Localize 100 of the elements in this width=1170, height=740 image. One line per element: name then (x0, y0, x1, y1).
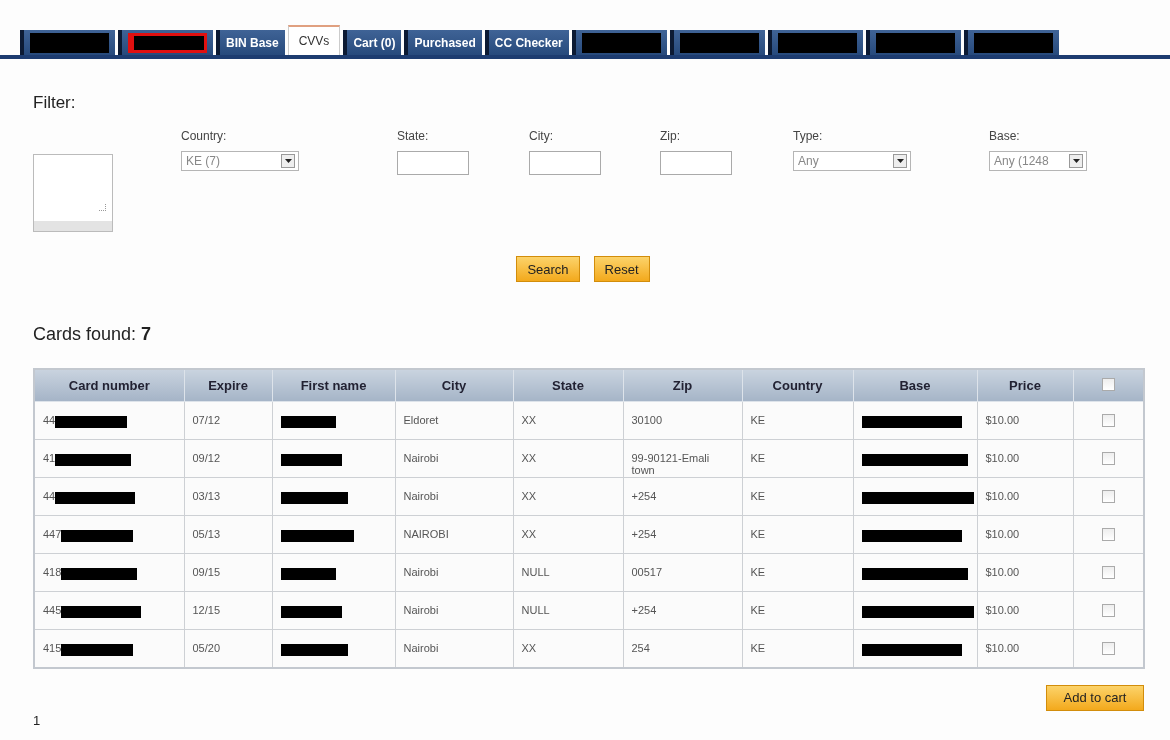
column-header[interactable]: Expire (184, 369, 272, 402)
tab[interactable]: BIN Base (216, 30, 285, 55)
field-label: Type: (793, 129, 824, 143)
table-cell: KE (742, 439, 853, 478)
filter-heading: Filter: (33, 92, 77, 114)
table-cell: 09/15 (184, 553, 272, 592)
tab[interactable]: Cart (0) (343, 30, 402, 55)
column-header[interactable]: Base (853, 369, 977, 402)
table-cell: 447 (43, 528, 62, 540)
table-cell: 254 (623, 629, 742, 668)
row-checkbox[interactable] (1101, 566, 1115, 579)
row-checkbox[interactable] (1101, 528, 1115, 541)
table-cell: 05/13 (184, 515, 272, 554)
input-field[interactable] (529, 151, 601, 175)
table-cell: Eldoret (395, 401, 513, 440)
table-cell: +254 (623, 515, 742, 554)
table-cell: 03/13 (184, 477, 272, 516)
table-cell: Nairobi (395, 439, 513, 478)
redaction-bar (280, 606, 342, 618)
table-cell: $10.00 (977, 477, 1073, 516)
tab[interactable] (963, 30, 1059, 55)
results-count: Cards found: 7 (33, 324, 153, 346)
table-cell: 12/15 (184, 591, 272, 630)
tab[interactable]: Purchased (404, 30, 482, 55)
table-cell: XX (513, 629, 623, 668)
table-cell: $10.00 (977, 401, 1073, 440)
column-header[interactable]: Card number (34, 369, 184, 402)
table-cell: 418 (43, 566, 62, 578)
table-cell: Nairobi (395, 477, 513, 516)
table-cell: 30100 (623, 401, 742, 440)
row-checkbox[interactable] (1101, 414, 1115, 427)
column-header[interactable]: State (513, 369, 623, 402)
redaction-bar (280, 644, 348, 656)
table-cell: XX (513, 477, 623, 516)
field-label: City: (529, 129, 554, 143)
table-cell: 41 (43, 452, 56, 464)
tab[interactable] (20, 30, 115, 55)
field-label: Country: (181, 129, 228, 143)
table-cell: $10.00 (977, 553, 1073, 592)
table-cell: KE (742, 477, 853, 516)
tab[interactable]: CC Checker (484, 30, 569, 55)
table-cell: 05/20 (184, 629, 272, 668)
search-button[interactable]: Search (516, 256, 580, 282)
column-header[interactable]: Country (742, 369, 853, 402)
table-cell: KE (742, 515, 853, 554)
row-checkbox[interactable] (1101, 642, 1115, 655)
add-to-cart-button[interactable]: Add to cart (1046, 684, 1144, 711)
table-cell: NULL (513, 553, 623, 592)
table-cell: KE (742, 401, 853, 440)
tab[interactable] (571, 30, 667, 55)
tab[interactable]: CVVs (287, 25, 341, 55)
tab[interactable] (767, 30, 863, 55)
table-cell: NAIROBI (395, 515, 513, 554)
table-cell: KE (742, 591, 853, 630)
table-cell: 44 (43, 490, 56, 502)
column-header[interactable]: Price (977, 369, 1073, 402)
table-cell: $10.00 (977, 439, 1073, 478)
input-field[interactable] (660, 151, 732, 175)
page-link[interactable]: 1 (33, 712, 41, 728)
row-checkbox[interactable] (1101, 490, 1115, 503)
row-checkbox[interactable] (1101, 452, 1115, 465)
field-label: Base: (989, 129, 1021, 143)
input-field[interactable] (397, 151, 469, 175)
tab[interactable] (865, 30, 961, 55)
table-cell: $10.00 (977, 629, 1073, 668)
table-cell: 07/12 (184, 401, 272, 440)
column-header[interactable]: City (395, 369, 513, 402)
table-cell: 415 (43, 642, 62, 654)
redaction-bar (280, 492, 348, 504)
redaction-bar (280, 568, 336, 580)
dropdown[interactable]: KE (7) (181, 151, 299, 171)
table-cell: Nairobi (395, 591, 513, 630)
reset-button[interactable]: Reset (593, 256, 650, 282)
tab[interactable] (669, 30, 765, 55)
table-cell: $10.00 (977, 515, 1073, 554)
table-cell: Nairobi (395, 629, 513, 668)
redaction-bar (280, 416, 336, 428)
table-cell: XX (513, 515, 623, 554)
redaction-bar (280, 454, 342, 466)
dropdown[interactable]: Any (793, 151, 911, 171)
field-label: State: (397, 129, 430, 143)
tab[interactable] (118, 30, 213, 55)
column-header[interactable]: Zip (623, 369, 742, 402)
table-cell: NULL (513, 591, 623, 630)
select-all-checkbox[interactable] (1101, 377, 1115, 391)
table-cell: $10.00 (977, 591, 1073, 630)
table-cell: 09/12 (184, 439, 272, 478)
table-cell: 445 (43, 604, 62, 616)
table-cell: XX (513, 439, 623, 478)
table-cell: KE (742, 629, 853, 668)
dropdown[interactable]: Any (1248 (989, 151, 1087, 171)
table-cell: 99-90121-Emali town (623, 439, 742, 478)
row-checkbox[interactable] (1101, 604, 1115, 617)
column-header[interactable]: First name (272, 369, 395, 402)
table-cell: +254 (623, 591, 742, 630)
table-cell: 44 (43, 414, 56, 426)
table-cell: Nairobi (395, 553, 513, 592)
field-label: Zip: (660, 129, 681, 143)
table-cell: XX (513, 401, 623, 440)
table-cell: 00517 (623, 553, 742, 592)
